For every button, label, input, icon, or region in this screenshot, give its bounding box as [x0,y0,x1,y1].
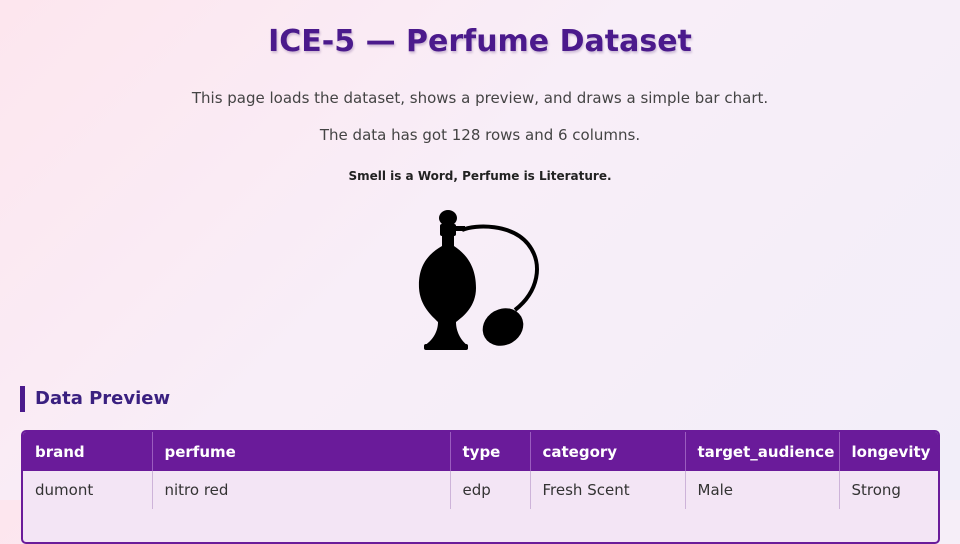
data-preview-table: brand perfume type category target_audie… [21,430,940,544]
data-preview-heading: Data Preview [20,386,170,412]
tagline: Smell is a Word, Perfume is Literature. [348,169,612,183]
table-cell: Male [685,471,840,509]
column-header: category [530,432,686,471]
table-cell: edp [450,471,531,509]
table-header-row: brand perfume type category target_audie… [23,432,938,471]
table-cell: Fresh Scent [530,471,686,509]
table-row: dumont nitro red edp Fresh Scent Male St… [23,471,938,509]
column-header: target_audience [685,432,840,471]
intro-text: This page loads the dataset, shows a pre… [191,89,769,107]
dataset-summary: The data has got 128 rows and 6 columns. [319,126,641,144]
perfume-bottle-icon [418,210,539,350]
table-cell: Strong [839,471,938,509]
column-header: brand [23,432,153,471]
table-cell: dumont [23,471,153,509]
column-header: perfume [152,432,451,471]
page-title: ICE-5 — Perfume Dataset [268,24,692,59]
column-header: type [450,432,531,471]
column-header: longevity [839,432,938,471]
table-cell: nitro red [152,471,451,509]
